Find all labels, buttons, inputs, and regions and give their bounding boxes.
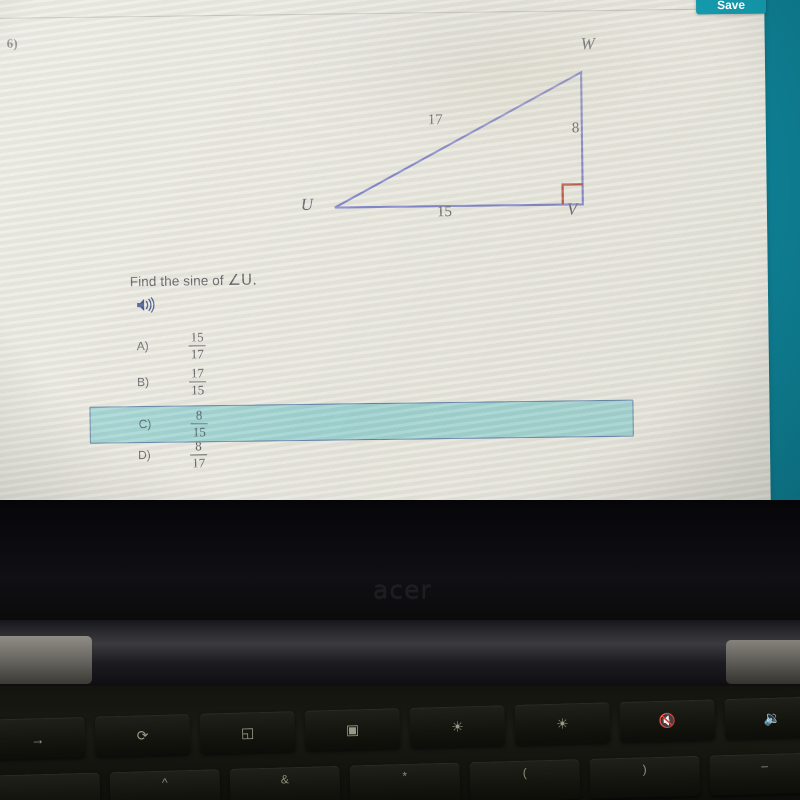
reload-key[interactable]: ⟳	[94, 714, 191, 757]
acer-brand-logo: acer	[373, 575, 432, 604]
choice-a-numerator: 15	[190, 329, 204, 345]
volume-down-key[interactable]: 🔉	[724, 696, 800, 740]
problem-number: 6)	[6, 35, 19, 51]
side-label-base: 15	[436, 203, 453, 221]
save-button[interactable]: Save	[695, 0, 767, 15]
choice-letter-a: A)	[136, 338, 149, 354]
choice-b-denominator: 15	[191, 382, 205, 398]
brightness-up-key[interactable]: ☀	[514, 702, 611, 745]
vertex-label-v: V	[566, 199, 578, 219]
key-minus[interactable]: –	[709, 752, 800, 796]
worksheet-page: 6) W U V 17 8 15 Find the sine of ∠U. A)…	[0, 0, 771, 512]
choice-b-numerator: 17	[190, 365, 205, 381]
hinge-cap-left	[0, 636, 92, 684]
side-label-hypotenuse: 17	[427, 112, 443, 129]
answer-choice-c-selected[interactable]: C) 8 15	[89, 399, 634, 444]
key-7[interactable]: &	[229, 765, 341, 800]
laptop-keyboard: → ⟳ ◱ ▣ ☀ ☀ 🔇 🔉 ^ & * ( ) –	[0, 686, 800, 800]
page-divider	[0, 7, 765, 19]
question-prompt: Find the sine of ∠U.	[130, 271, 257, 291]
speaker-icon[interactable]	[135, 296, 157, 314]
choice-letter-b: B)	[137, 374, 150, 390]
fullscreen-key[interactable]: ◱	[199, 711, 296, 754]
choice-d-denominator: 17	[192, 455, 206, 471]
key-8[interactable]: *	[349, 762, 461, 800]
brightness-down-key[interactable]: ☀	[409, 705, 506, 748]
side-label-vertical: 8	[571, 120, 580, 137]
function-key-row: → ⟳ ◱ ▣ ☀ ☀ 🔇 🔉	[0, 696, 800, 760]
choice-c-numerator: 8	[195, 407, 203, 423]
choice-value-b: 17 15	[189, 365, 207, 398]
angle-u-label: ∠U.	[227, 270, 258, 289]
vertex-label-u: U	[300, 194, 314, 214]
choice-c-denominator: 15	[192, 424, 206, 440]
triangle-diagram: W U V 17 8 15	[293, 32, 626, 241]
forward-key[interactable]: →	[0, 716, 86, 760]
laptop-hinge	[0, 620, 800, 690]
key-6[interactable]: ^	[109, 769, 221, 800]
choice-value-d: 8 17	[190, 438, 208, 471]
key-spacer	[0, 772, 101, 800]
question-text-part: Find the sine of	[129, 272, 228, 290]
choice-value-a: 15 17	[188, 329, 206, 362]
choice-a-denominator: 17	[190, 346, 204, 362]
vertex-label-w: W	[580, 34, 596, 54]
chromebook-screen: 6) W U V 17 8 15 Find the sine of ∠U. A)…	[0, 0, 800, 516]
mute-key[interactable]: 🔇	[619, 699, 716, 742]
answer-choices-list: A) 15 17 B) 17 15 D) 8 17 C) 8 15	[0, 322, 770, 477]
triangle-outline	[334, 70, 584, 209]
key-9[interactable]: (	[469, 759, 581, 800]
choice-letter-c: C)	[138, 416, 152, 432]
overview-windows-key[interactable]: ▣	[304, 708, 401, 751]
number-key-row: ^ & * ( ) –	[0, 752, 800, 800]
choice-value-c: 8 15	[190, 407, 208, 440]
choice-letter-d: D)	[137, 447, 151, 463]
laptop-bezel	[0, 500, 800, 630]
key-0[interactable]: )	[589, 755, 701, 799]
hinge-cap-right	[726, 640, 800, 684]
